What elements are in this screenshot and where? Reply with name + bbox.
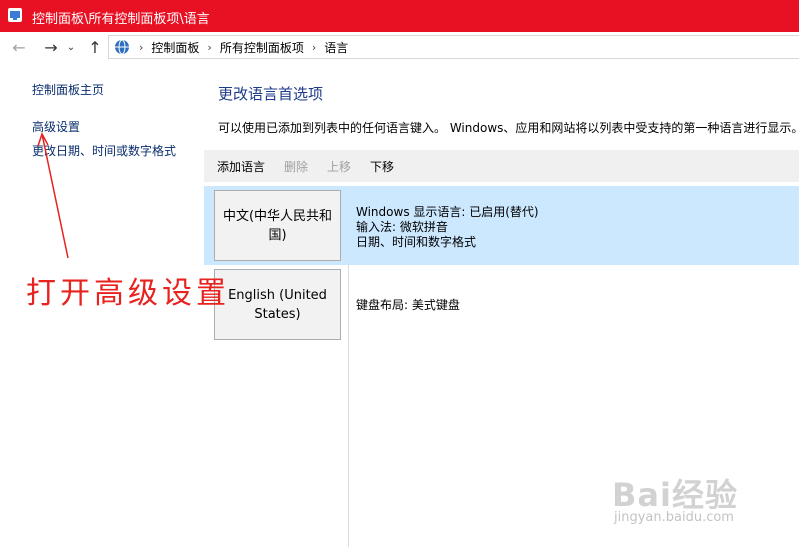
baidu-watermark: Bai经验 jingyan.baidu.com xyxy=(612,462,752,542)
watermark-url: jingyan.baidu.com xyxy=(614,510,734,525)
annotation-text: 打开高级设置 xyxy=(26,276,230,311)
